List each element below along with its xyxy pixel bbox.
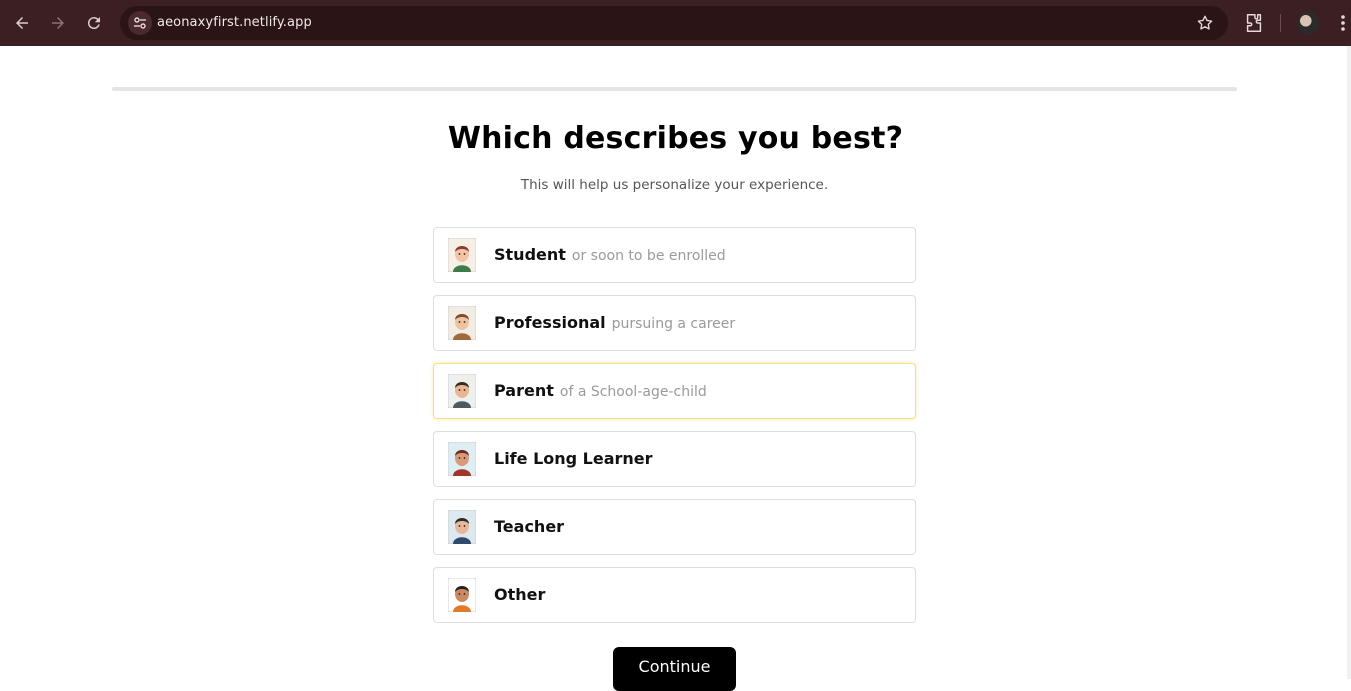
learner-avatar-icon xyxy=(447,441,477,477)
role-option-label: Student or soon to be enrolled xyxy=(494,245,726,264)
arrow-right-icon xyxy=(52,17,64,29)
reload-icon xyxy=(87,17,100,30)
role-option-label: Other xyxy=(494,585,545,604)
page-scrollbar[interactable] xyxy=(1347,46,1351,679)
professional-avatar-icon xyxy=(447,305,477,341)
role-option-title: Other xyxy=(494,585,546,604)
profile-avatar[interactable] xyxy=(1297,12,1319,34)
role-option-parent[interactable]: Parent of a School-age-child xyxy=(433,363,916,419)
other-avatar-icon xyxy=(447,577,477,613)
url-text[interactable]: aeonaxyfirst.netlify.app xyxy=(157,15,312,30)
role-option-title: Life Long Learner xyxy=(494,449,653,468)
browser-toolbar: aeonaxyfirst.netlify.app xyxy=(0,0,1351,46)
extensions-puzzle-icon[interactable] xyxy=(1243,12,1265,34)
role-option-title: Parent xyxy=(494,381,554,400)
tune-icon xyxy=(134,17,146,29)
role-option-label: Teacher xyxy=(494,517,564,536)
forward-button[interactable] xyxy=(46,11,70,35)
role-option-title: Teacher xyxy=(494,517,565,536)
continue-button[interactable]: Continue xyxy=(613,647,736,691)
parent-avatar-icon xyxy=(447,373,477,409)
teacher-avatar-icon xyxy=(447,509,477,545)
role-option-label: Professional pursuing a career xyxy=(494,313,735,332)
role-options-list: Student or soon to be enrolled Professiona… xyxy=(433,227,916,635)
role-option-label: Life Long Learner xyxy=(494,449,653,468)
role-option-hint: pursuing a career xyxy=(611,316,736,332)
address-bar[interactable]: aeonaxyfirst.netlify.app xyxy=(120,6,1228,40)
kebab-menu-icon[interactable] xyxy=(1336,13,1350,33)
student-avatar-icon xyxy=(447,237,477,273)
role-option-teacher[interactable]: Teacher xyxy=(433,499,916,555)
role-option-professional[interactable]: Professional pursuing a career xyxy=(433,295,916,351)
page-subtitle: This will help us personalize your exper… xyxy=(520,177,829,193)
progress-bar xyxy=(112,87,1237,91)
role-option-title: Student xyxy=(494,245,566,264)
role-option-hint: of a School-age-child xyxy=(559,384,707,400)
role-option-hint: or soon to be enrolled xyxy=(571,248,726,264)
bookmark-star-icon[interactable] xyxy=(1196,14,1214,32)
role-option-life-long-learner[interactable]: Life Long Learner xyxy=(433,431,916,487)
arrow-left-icon xyxy=(16,17,28,29)
reload-button[interactable] xyxy=(82,11,106,35)
toolbar-divider xyxy=(1280,14,1281,32)
site-info-button[interactable] xyxy=(128,11,152,35)
role-option-label: Parent of a School-age-child xyxy=(494,381,707,400)
back-button[interactable] xyxy=(10,11,34,35)
role-option-other[interactable]: Other xyxy=(433,567,916,623)
role-option-title: Professional xyxy=(494,313,606,332)
role-option-student[interactable]: Student or soon to be enrolled xyxy=(433,227,916,283)
page-title: Which describes you best? xyxy=(447,121,904,156)
